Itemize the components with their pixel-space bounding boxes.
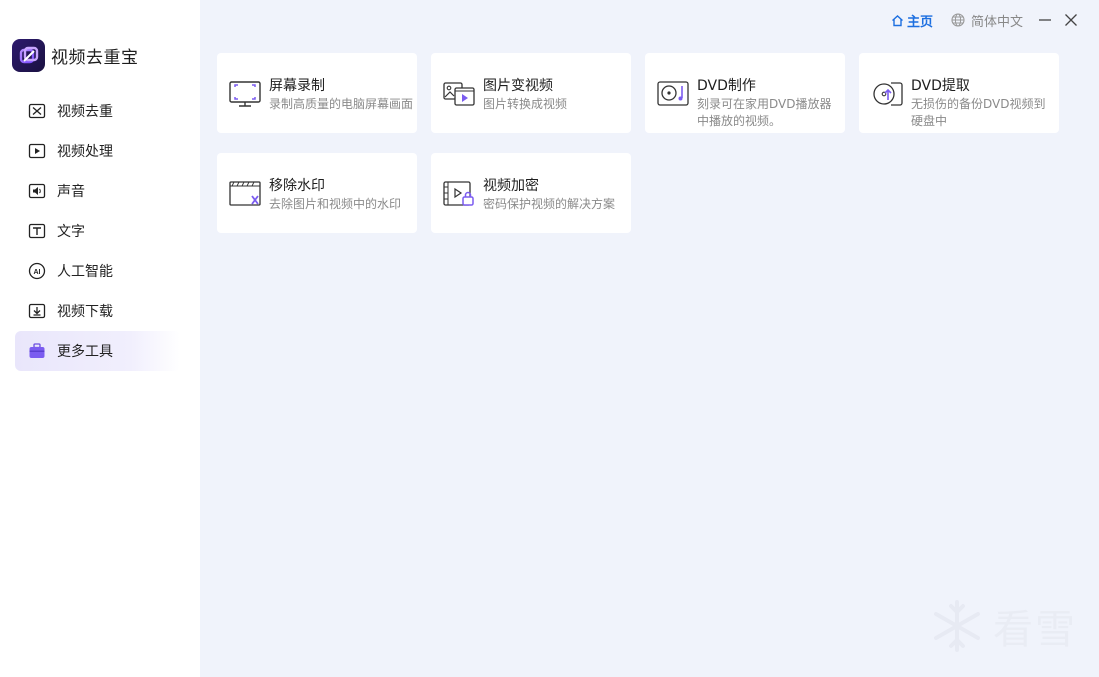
- tool-card-image-to-video[interactable]: 图片变视频 图片转换成视频: [431, 53, 631, 133]
- brand: 视频去重宝: [12, 39, 139, 72]
- top-bar: 主页 简体中文: [891, 11, 1079, 30]
- sidebar-item-sound[interactable]: 声音: [15, 171, 180, 211]
- home-link[interactable]: 主页: [891, 11, 933, 30]
- tool-desc: 刻录可在家用DVD播放器中播放的视频。: [697, 97, 832, 128]
- sidebar-item-ai[interactable]: AI 人工智能: [15, 251, 180, 291]
- minimize-icon: [1039, 19, 1051, 21]
- tool-title: 图片变视频: [483, 78, 553, 94]
- download-icon: [28, 302, 46, 320]
- tool-card-remove-watermark[interactable]: 移除水印 去除图片和视频中的水印: [217, 153, 417, 233]
- sidebar: 视频去重宝 视频去重 视频处理 声音 文字 AI 人工智能 视频下载 更多工具: [0, 0, 200, 677]
- sidebar-item-video-download[interactable]: 视频下载: [15, 291, 180, 331]
- snowflake-icon: [934, 600, 980, 652]
- video-encrypt-icon: [443, 179, 475, 209]
- tool-desc: 无损伤的备份DVD视频到硬盘中: [911, 97, 1046, 128]
- sidebar-item-video-dedupe[interactable]: 视频去重: [15, 91, 180, 131]
- close-button[interactable]: [1063, 12, 1079, 28]
- tool-title: 移除水印: [269, 178, 325, 194]
- image-to-video-icon: [443, 79, 475, 109]
- text-icon: [28, 222, 46, 240]
- tool-title: 屏幕录制: [269, 78, 325, 94]
- sidebar-item-label: 更多工具: [57, 344, 113, 360]
- tool-card-dvd-burn[interactable]: DVD制作 刻录可在家用DVD播放器中播放的视频。: [645, 53, 845, 133]
- dvd-extract-icon: [871, 79, 903, 109]
- watermark: 看雪: [929, 597, 1077, 655]
- globe-icon: [951, 13, 965, 27]
- sidebar-item-text[interactable]: 文字: [15, 211, 180, 251]
- minimize-button[interactable]: [1037, 12, 1053, 28]
- tool-title: DVD制作: [697, 78, 756, 94]
- tool-card-dvd-extract[interactable]: DVD提取 无损伤的备份DVD视频到硬盘中: [859, 53, 1059, 133]
- sidebar-item-video-process[interactable]: 视频处理: [15, 131, 180, 171]
- sidebar-item-label: 人工智能: [57, 264, 113, 280]
- ai-icon: AI: [28, 262, 46, 280]
- dvd-burn-icon: [657, 79, 689, 109]
- app-window: 视频去重宝 视频去重 视频处理 声音 文字 AI 人工智能 视频下载 更多工具 …: [0, 0, 1099, 677]
- language-label: 简体中文: [970, 14, 1023, 30]
- sidebar-item-label: 视频处理: [57, 144, 113, 160]
- app-logo-icon: [12, 39, 45, 72]
- tool-title: DVD提取: [911, 78, 970, 94]
- svg-text:AI: AI: [34, 269, 41, 276]
- sidebar-item-label: 文字: [57, 224, 85, 240]
- home-label: 主页: [906, 14, 933, 30]
- screen-record-icon: [229, 79, 261, 109]
- sidebar-item-more-tools[interactable]: 更多工具: [15, 331, 180, 371]
- close-icon: [1065, 14, 1077, 26]
- watermark-text: 看雪: [993, 607, 1077, 653]
- tool-desc: 密码保护视频的解决方案: [483, 197, 616, 211]
- language-selector[interactable]: 简体中文: [951, 11, 1023, 30]
- tool-card-video-encrypt[interactable]: 视频加密 密码保护视频的解决方案: [431, 153, 631, 233]
- sidebar-item-label: 视频下载: [57, 304, 113, 320]
- tool-desc: 去除图片和视频中的水印: [269, 197, 402, 211]
- video-dedupe-icon: [28, 102, 46, 120]
- remove-watermark-icon: [229, 179, 261, 209]
- sidebar-item-label: 视频去重: [57, 104, 113, 120]
- play-box-icon: [28, 142, 46, 160]
- tool-card-screen-record[interactable]: 屏幕录制 录制高质量的电脑屏幕画面: [217, 53, 417, 133]
- app-name: 视频去重宝: [51, 48, 139, 68]
- sidebar-item-label: 声音: [57, 184, 85, 200]
- sidebar-nav: 视频去重 视频处理 声音 文字 AI 人工智能 视频下载 更多工具: [15, 91, 180, 371]
- main-content: 主页 简体中文 屏幕录制 录制高质量的电脑屏幕画面 图片变视频 图片转换成视频 …: [200, 0, 1099, 677]
- tool-title: 视频加密: [483, 178, 539, 194]
- tool-desc: 图片转换成视频: [483, 97, 568, 111]
- toolbox-icon: [28, 342, 46, 360]
- sound-icon: [28, 182, 46, 200]
- home-icon: [892, 14, 903, 26]
- tool-desc: 录制高质量的电脑屏幕画面: [269, 97, 414, 111]
